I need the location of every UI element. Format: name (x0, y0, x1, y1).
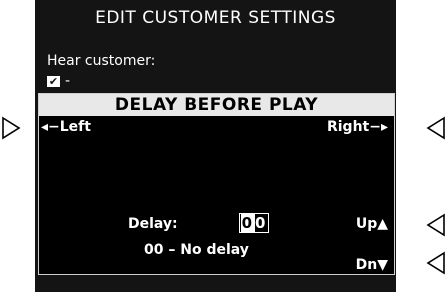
right-pointer-icon (426, 116, 446, 140)
delay-digit-cursor: 0 (240, 214, 255, 232)
device-screen: EDIT CUSTOMER SETTINGS Hear customer: ✔ … (35, 0, 396, 292)
delay-digit: 0 (255, 214, 268, 232)
hear-customer-checkbox[interactable]: ✔ (47, 76, 60, 87)
delay-note: 00 – No delay (144, 242, 249, 258)
up-softkey[interactable]: Up▲ (356, 216, 388, 232)
down-pointer-icon (426, 251, 446, 275)
left-softkey[interactable]: ◂−Left (41, 119, 91, 135)
hear-customer-dash: - (65, 73, 71, 89)
delay-dialog: DELAY BEFORE PLAY ◂−Left Right−▸ Delay: … (38, 93, 395, 275)
hear-customer-label: Hear customer: (47, 53, 156, 69)
left-pointer-icon (1, 116, 21, 140)
right-softkey[interactable]: Right−▸ (327, 119, 388, 135)
screen-header: EDIT CUSTOMER SETTINGS (95, 8, 336, 28)
delay-label: Delay: (128, 216, 178, 232)
down-softkey[interactable]: Dn▼ (356, 257, 388, 273)
dialog-title: DELAY BEFORE PLAY (39, 94, 394, 116)
up-pointer-icon (426, 213, 446, 237)
delay-value-field[interactable]: 00 (239, 213, 269, 233)
